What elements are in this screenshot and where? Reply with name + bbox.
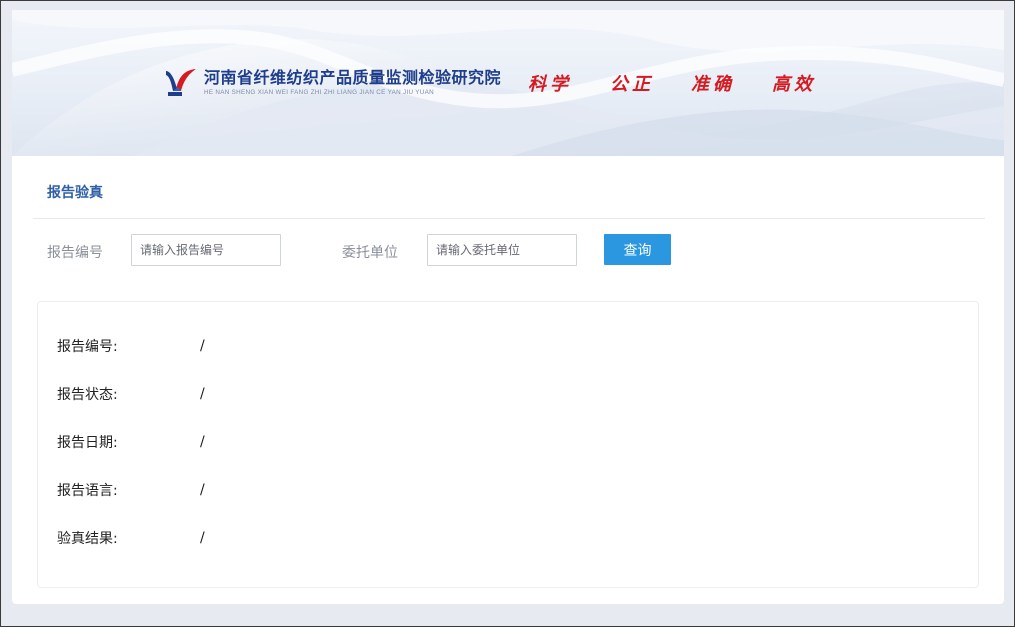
result-value: / xyxy=(200,482,205,498)
result-label: 报告语言: xyxy=(57,483,118,499)
slogan-efficiency: 高效 xyxy=(772,74,816,95)
page-frame: 河南省纤维纺织产品质量监测检验研究院 HE NAN SHENG XIAN WEI… xyxy=(0,0,1015,627)
result-box: 报告编号: / 报告状态: / 报告日期: / 报告语言: / 验真结果: / xyxy=(37,301,979,588)
report-verify-panel: 报告验真 报告编号 委托单位 查询 报告编号: / 报告状态: / 报告日期: … xyxy=(12,156,1004,604)
org-name: 河南省纤维纺织产品质量监测检验研究院 xyxy=(204,67,502,87)
report-no-input[interactable] xyxy=(131,234,281,266)
result-label: 报告编号: xyxy=(57,339,118,355)
result-label: 验真结果: xyxy=(57,531,118,547)
result-row-report-date: 报告日期: / xyxy=(57,432,205,452)
slogan-science: 科学 xyxy=(528,74,572,95)
result-label: 报告日期: xyxy=(57,435,118,451)
section-divider xyxy=(33,218,985,219)
institute-logo-icon xyxy=(166,69,196,96)
result-row-report-no: 报告编号: / xyxy=(57,336,205,356)
result-value: / xyxy=(200,530,205,546)
report-no-label: 报告编号 xyxy=(47,245,103,261)
section-title: 报告验真 xyxy=(47,185,103,201)
result-value: / xyxy=(200,386,205,402)
result-value: / xyxy=(200,434,205,450)
result-label: 报告状态: xyxy=(57,387,118,403)
org-pinyin: HE NAN SHENG XIAN WEI FANG ZHI ZHI LIANG… xyxy=(204,88,434,96)
query-button[interactable]: 查询 xyxy=(604,234,671,265)
result-row-report-language: 报告语言: / xyxy=(57,480,205,500)
banner-wave-background xyxy=(12,10,1004,156)
client-label: 委托单位 xyxy=(342,245,398,261)
header-banner: 河南省纤维纺织产品质量监测检验研究院 HE NAN SHENG XIAN WEI… xyxy=(12,10,1004,156)
brand: 河南省纤维纺织产品质量监测检验研究院 HE NAN SHENG XIAN WEI… xyxy=(164,62,501,102)
result-row-report-status: 报告状态: / xyxy=(57,384,205,404)
client-input[interactable] xyxy=(427,234,577,266)
slogan-accuracy: 准确 xyxy=(691,74,735,95)
result-row-verify-result: 验真结果: / xyxy=(57,528,205,548)
slogan-justice: 公正 xyxy=(610,74,654,95)
result-value: / xyxy=(200,338,205,354)
